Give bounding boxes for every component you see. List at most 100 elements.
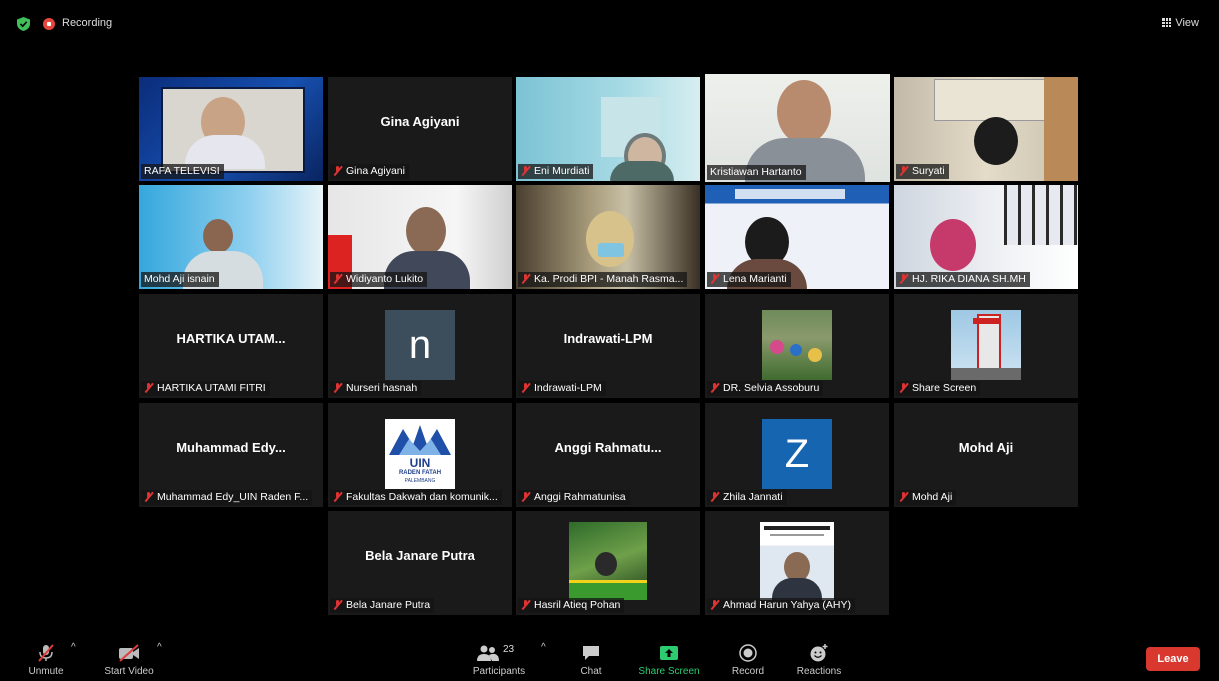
participant-tile[interactable]: Muhammad Edy... Muhammad Edy_UIN Raden F… — [139, 403, 323, 507]
top-bar: Recording View — [0, 0, 1219, 48]
participant-name: Nurseri hasnah — [330, 381, 422, 396]
participant-name: Mohd Aji isnain — [141, 272, 219, 287]
participant-tile[interactable]: Hasril Atieq Pohan — [516, 511, 700, 615]
unmute-button[interactable]: Unmute — [26, 644, 66, 677]
video-off-icon — [119, 644, 139, 662]
participant-display-name: Mohd Aji — [958, 439, 1014, 455]
shield-icon[interactable] — [17, 17, 30, 31]
participant-display-name: Anggi Rahmatu... — [554, 439, 662, 455]
muted-microphone-icon — [38, 644, 54, 662]
audio-options-caret-icon[interactable]: ^ — [71, 642, 76, 653]
participant-tile[interactable]: Bela Janare Putra Bela Janare Putra — [328, 511, 512, 615]
participant-name: Fakultas Dakwah dan komunik... — [330, 490, 502, 505]
participant-name: Muhammad Edy_UIN Raden F... — [141, 490, 313, 505]
profile-picture — [951, 310, 1021, 380]
recording-label[interactable]: Recording — [62, 17, 112, 29]
participant-name: Hasril Atieq Pohan — [518, 598, 625, 613]
meeting-toolbar: Unmute ^ Start Video ^ 23 Participants ^… — [0, 635, 1219, 681]
participant-name: Eni Murdiati — [518, 164, 594, 179]
participant-tile[interactable]: Ka. Prodi BPI - Manah Rasma... — [516, 185, 700, 289]
muted-mic-icon — [333, 273, 342, 284]
participant-display-name: Muhammad Edy... — [176, 439, 286, 455]
participant-name: RAFA TELEVISI — [141, 164, 224, 179]
muted-mic-icon — [144, 382, 153, 393]
participant-tile[interactable]: Anggi Rahmatu... Anggi Rahmatunisa — [516, 403, 700, 507]
profile-picture — [569, 522, 647, 600]
muted-mic-icon — [521, 165, 530, 176]
muted-mic-icon — [521, 491, 530, 502]
participant-name: Indrawati-LPM — [518, 381, 606, 396]
video-options-caret-icon[interactable]: ^ — [157, 642, 162, 653]
muted-mic-icon — [710, 491, 719, 502]
participant-name: Suryati — [896, 164, 949, 179]
grid-icon — [1162, 18, 1172, 27]
start-video-label: Start Video — [104, 666, 154, 677]
muted-mic-icon — [710, 382, 719, 393]
participant-tile[interactable]: UIN RADEN FATAH PALEMBANG Fakultas Dakwa… — [328, 403, 512, 507]
participant-tile[interactable]: Share Screen — [894, 294, 1078, 398]
participants-button[interactable]: 23 Participants — [471, 644, 527, 677]
muted-mic-icon — [710, 599, 719, 610]
share-screen-icon — [660, 646, 678, 660]
participant-count: 23 — [503, 644, 515, 655]
uin-logo: UIN RADEN FATAH PALEMBANG — [385, 419, 455, 489]
muted-mic-icon — [710, 273, 719, 284]
participant-tile[interactable]: Indrawati-LPM Indrawati-LPM — [516, 294, 700, 398]
view-label: View — [1175, 17, 1199, 29]
participants-icon: 23 — [477, 644, 521, 662]
reactions-button[interactable]: Reactions — [794, 644, 844, 677]
recording-icon[interactable] — [43, 18, 55, 30]
muted-mic-icon — [521, 382, 530, 393]
participant-tile[interactable]: DR. Selvia Assoburu — [705, 294, 889, 398]
participant-tile[interactable]: Suryati — [894, 77, 1078, 181]
avatar: n — [385, 310, 455, 380]
participant-display-name: Bela Janare Putra — [365, 547, 475, 563]
participant-tile[interactable]: Eni Murdiati — [516, 77, 700, 181]
chat-button[interactable]: Chat — [574, 644, 608, 677]
record-label: Record — [731, 666, 765, 677]
participant-tile[interactable]: HJ. RIKA DIANA SH.MH — [894, 185, 1078, 289]
participant-name: Lena Marianti — [707, 272, 791, 287]
participant-name: Mohd Aji — [896, 490, 957, 505]
avatar: Z — [762, 419, 832, 489]
participant-tile[interactable]: Lena Marianti — [705, 185, 889, 289]
leave-button[interactable]: Leave — [1146, 647, 1200, 671]
chat-icon — [583, 646, 599, 660]
participant-name: Gina Agiyani — [330, 164, 409, 179]
participant-name: DR. Selvia Assoburu — [707, 381, 824, 396]
participant-tile[interactable]: Mohd Aji isnain — [139, 185, 323, 289]
muted-mic-icon — [521, 599, 530, 610]
participant-tile[interactable]: RAFA TELEVISI — [139, 77, 323, 181]
muted-mic-icon — [899, 165, 908, 176]
muted-mic-icon — [899, 491, 908, 502]
reactions-label: Reactions — [796, 666, 842, 677]
participant-tile[interactable]: n Nurseri hasnah — [328, 294, 512, 398]
view-button[interactable]: View — [1162, 17, 1199, 29]
participant-tile-active-speaker[interactable]: Kristiawan Hartanto — [705, 74, 890, 182]
unmute-label: Unmute — [28, 666, 64, 677]
participant-tile[interactable]: HARTIKA UTAM... HARTIKA UTAMI FITRI — [139, 294, 323, 398]
record-icon — [739, 644, 757, 662]
participant-tile[interactable]: Mohd Aji Mohd Aji — [894, 403, 1078, 507]
participants-label: Participants — [472, 666, 526, 677]
participant-name: Ka. Prodi BPI - Manah Rasma... — [518, 272, 688, 287]
participant-tile[interactable]: Ahmad Harun Yahya (AHY) — [705, 511, 889, 615]
participant-display-name: Gina Agiyani — [380, 113, 460, 129]
profile-picture — [760, 522, 834, 600]
muted-mic-icon — [521, 273, 530, 284]
share-screen-label: Share Screen — [638, 666, 700, 677]
participant-name: Anggi Rahmatunisa — [518, 490, 630, 505]
participant-name: Bela Janare Putra — [330, 598, 435, 613]
participant-name: HJ. RIKA DIANA SH.MH — [896, 272, 1030, 287]
muted-mic-icon — [144, 491, 153, 502]
start-video-button[interactable]: Start Video — [102, 644, 156, 677]
share-screen-button[interactable]: Share Screen — [636, 644, 702, 677]
participants-caret-icon[interactable]: ^ — [541, 642, 546, 653]
reactions-icon — [810, 644, 828, 662]
participant-tile[interactable]: Widiyanto Lukito — [328, 185, 512, 289]
participant-tile[interactable]: Gina Agiyani Gina Agiyani — [328, 77, 512, 181]
record-button[interactable]: Record — [730, 644, 766, 677]
muted-mic-icon — [333, 599, 342, 610]
muted-mic-icon — [899, 273, 908, 284]
participant-tile[interactable]: Z Zhila Jannati — [705, 403, 889, 507]
